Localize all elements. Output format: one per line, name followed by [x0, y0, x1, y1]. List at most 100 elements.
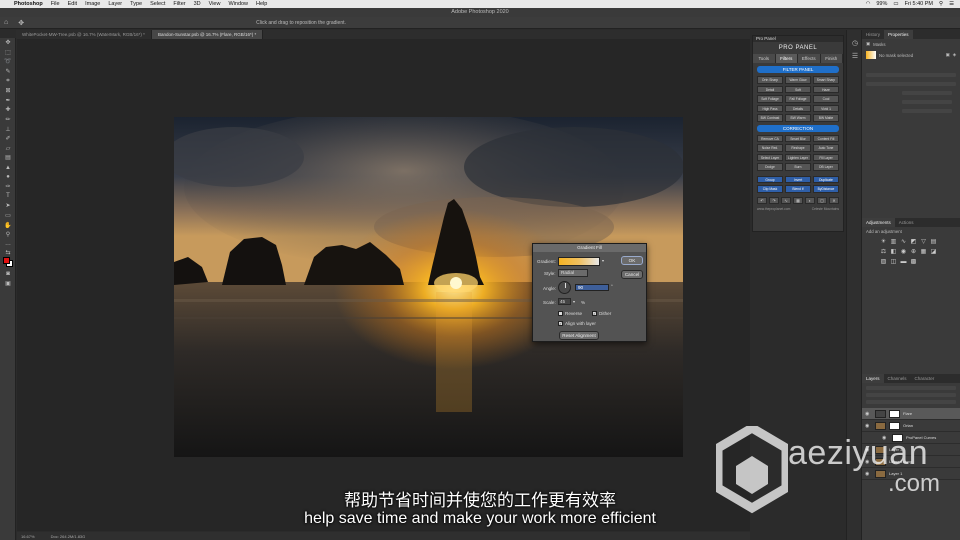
- menu-clock[interactable]: Fri 5:40 PM: [905, 1, 933, 7]
- filter-button[interactable]: Soft: [785, 85, 811, 93]
- correction-button[interactable]: Reshape: [785, 144, 811, 152]
- action-button[interactable]: Blend If: [785, 185, 811, 193]
- tab-channels[interactable]: Channels: [884, 374, 911, 383]
- filter-button[interactable]: Warm Glow: [785, 76, 811, 84]
- correction-button[interactable]: Lighten Layer: [785, 153, 811, 161]
- filter-button[interactable]: Details: [785, 104, 811, 112]
- delete-icon[interactable]: ✕: [829, 196, 839, 204]
- type-icon[interactable]: T: [0, 192, 16, 202]
- correction-button[interactable]: Content Fill: [813, 134, 839, 142]
- eyedropper-icon[interactable]: ✒: [0, 96, 16, 106]
- menu-type[interactable]: Type: [130, 1, 142, 7]
- tab-adjustments[interactable]: Adjustments: [862, 218, 895, 227]
- menu-layer[interactable]: Layer: [108, 1, 122, 7]
- crop-icon[interactable]: ⌗: [0, 76, 16, 86]
- tab-character[interactable]: Character: [911, 374, 939, 383]
- mask-icon[interactable]: ◐: [805, 196, 815, 204]
- reverse-checkbox[interactable]: [558, 311, 563, 316]
- color-balance-icon[interactable]: ⚖: [880, 249, 887, 256]
- hue-sat-icon[interactable]: ▤: [930, 239, 937, 246]
- correction-button[interactable]: Burn: [785, 163, 811, 171]
- action-button[interactable]: Duplicate: [813, 175, 839, 183]
- screen-mode-icon[interactable]: ▣: [0, 279, 16, 289]
- style-select[interactable]: Radial: [558, 269, 588, 277]
- correction-button[interactable]: Auto Tone: [813, 144, 839, 152]
- scale-dropdown-icon[interactable]: ▾: [573, 299, 575, 304]
- filter-button[interactable]: BW Contrast: [757, 114, 783, 122]
- hand-icon[interactable]: ✋: [0, 220, 16, 230]
- clone-stamp-icon[interactable]: ⊥: [0, 124, 16, 134]
- action-button[interactable]: ByDistance: [813, 185, 839, 193]
- levels-adjust-icon[interactable]: ▥: [890, 239, 897, 246]
- menu-3d[interactable]: 3D: [194, 1, 201, 7]
- correction-button[interactable]: Remove CA: [757, 134, 783, 142]
- curves-adjust-icon[interactable]: ∿: [900, 239, 907, 246]
- brightness-icon[interactable]: ☀: [880, 239, 887, 246]
- menu-view[interactable]: View: [209, 1, 221, 7]
- exposure-icon[interactable]: ◩: [910, 239, 917, 246]
- layer-mask-thumbnail[interactable]: [889, 409, 900, 418]
- menu-select[interactable]: Select: [150, 1, 165, 7]
- cancel-button[interactable]: Cancel: [621, 270, 643, 279]
- dodge-icon[interactable]: ●: [0, 172, 16, 182]
- color-lookup-icon[interactable]: ▦: [920, 249, 927, 256]
- gradient-map-icon[interactable]: ▬: [900, 259, 907, 266]
- vector-mask-icon[interactable]: ◈: [953, 52, 956, 58]
- pixel-mask-icon[interactable]: ▣: [946, 52, 950, 58]
- align-checkbox[interactable]: ✓: [558, 321, 563, 326]
- filter-button[interactable]: Cool: [813, 95, 839, 103]
- filter-button[interactable]: High Pass: [757, 104, 783, 112]
- history-icon[interactable]: ◷: [847, 36, 863, 49]
- correction-button[interactable]: Fill Layer: [813, 153, 839, 161]
- correction-button[interactable]: Noise Red.: [757, 144, 783, 152]
- curves-icon[interactable]: ∿: [781, 196, 791, 204]
- menu-help[interactable]: Help: [256, 1, 267, 7]
- frame-icon[interactable]: ⊠: [0, 86, 16, 96]
- healing-brush-icon[interactable]: ✚: [0, 105, 16, 115]
- tab-document-1[interactable]: WhitePocket-MW-Tree.psb @ 16.7% (WaterMa…: [16, 30, 152, 39]
- footer-url[interactable]: www.theproplanet.com: [757, 207, 790, 211]
- filter-button[interactable]: BW Warm: [785, 114, 811, 122]
- tab-layers[interactable]: Layers: [862, 374, 884, 383]
- wifi-icon[interactable]: ◠: [866, 1, 871, 7]
- blur-icon[interactable]: ▲: [0, 163, 16, 173]
- redo-icon[interactable]: ↷: [769, 196, 779, 204]
- filter-button[interactable]: Detail: [757, 85, 783, 93]
- correction-button[interactable]: Select Layer: [757, 153, 783, 161]
- selective-color-icon[interactable]: ▩: [910, 259, 917, 266]
- home-icon[interactable]: ⌂: [4, 19, 8, 26]
- zoom-icon[interactable]: ⚲: [0, 230, 16, 240]
- angle-input[interactable]: 90: [575, 284, 609, 291]
- gradient-swatch[interactable]: [558, 257, 600, 266]
- visibility-eye-icon[interactable]: ◉: [865, 411, 872, 417]
- layer-row[interactable]: ◉ Flare: [862, 408, 960, 420]
- filter-button[interactable]: Smart Sharp: [813, 76, 839, 84]
- photo-filter-icon[interactable]: ◉: [900, 249, 907, 256]
- marquee-icon[interactable]: ⬚: [0, 48, 16, 58]
- move-icon[interactable]: ✥: [0, 38, 16, 48]
- notification-icon[interactable]: ☰: [949, 1, 954, 7]
- spotlight-icon[interactable]: ⚲: [939, 1, 943, 7]
- history-brush-icon[interactable]: ✐: [0, 134, 16, 144]
- new-layer-icon[interactable]: ▢: [817, 196, 827, 204]
- quick-mask-icon[interactable]: ◙: [0, 269, 16, 279]
- properties-icon[interactable]: ☰: [847, 49, 863, 62]
- eraser-icon[interactable]: ▱: [0, 144, 16, 154]
- lasso-icon[interactable]: ➰: [0, 57, 16, 67]
- angle-dial[interactable]: [558, 281, 571, 294]
- action-button[interactable]: Clip Mask: [757, 185, 783, 193]
- tab-actions[interactable]: Actions: [895, 218, 918, 227]
- doc-size[interactable]: Doc: 264.2M/1.83G: [51, 534, 86, 539]
- tab-document-2[interactable]: Bandon-Sunstar.psb @ 16.7% (Flare, RGB/1…: [151, 30, 264, 39]
- layer-name[interactable]: Flare: [903, 411, 912, 416]
- tab-history[interactable]: History: [862, 30, 884, 39]
- pen-icon[interactable]: ✑: [0, 182, 16, 192]
- color-swatches[interactable]: [0, 255, 16, 269]
- levels-icon[interactable]: ▦: [793, 196, 803, 204]
- filter-button[interactable]: BW Matte: [813, 114, 839, 122]
- threshold-icon[interactable]: ◫: [890, 259, 897, 266]
- filter-button[interactable]: Soft Foliage: [757, 95, 783, 103]
- black-white-icon[interactable]: ◧: [890, 249, 897, 256]
- undo-icon[interactable]: ↶: [757, 196, 767, 204]
- reset-alignment-button[interactable]: Reset Alignment: [559, 331, 599, 340]
